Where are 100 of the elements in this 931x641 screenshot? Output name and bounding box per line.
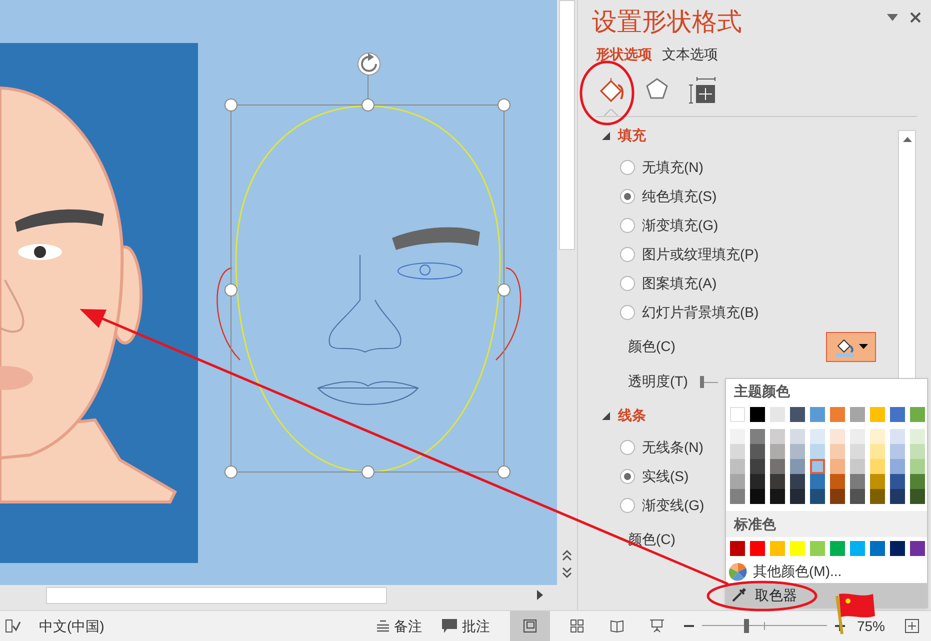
color-swatch[interactable] bbox=[870, 458, 885, 474]
color-swatch[interactable] bbox=[830, 428, 845, 444]
radio-label[interactable]: 渐变填充(G) bbox=[642, 214, 718, 236]
color-swatch[interactable] bbox=[850, 474, 865, 489]
paint-bucket-icon[interactable] bbox=[598, 76, 624, 102]
color-swatch[interactable] bbox=[790, 474, 805, 489]
color-swatch[interactable] bbox=[790, 444, 805, 459]
color-swatch[interactable] bbox=[870, 474, 885, 489]
radio-button[interactable] bbox=[620, 276, 635, 290]
color-swatch[interactable] bbox=[890, 474, 905, 489]
proofing-icon[interactable] bbox=[5, 619, 21, 633]
color-swatch[interactable] bbox=[770, 541, 785, 556]
radio-label[interactable]: 图片或纹理填充(P) bbox=[642, 244, 759, 264]
radio-button[interactable] bbox=[620, 188, 635, 204]
reading-view-icon[interactable] bbox=[610, 619, 624, 633]
color-swatch[interactable] bbox=[730, 488, 745, 504]
comments-button[interactable]: 批注 bbox=[440, 616, 492, 636]
color-swatch[interactable] bbox=[730, 444, 745, 459]
color-swatch[interactable] bbox=[870, 428, 885, 444]
color-swatch[interactable] bbox=[890, 458, 905, 474]
radio-label[interactable]: 纯色填充(S) bbox=[642, 186, 717, 206]
radio-label[interactable]: 渐变线(G) bbox=[642, 494, 704, 516]
next-slide-icon[interactable] bbox=[562, 567, 572, 579]
color-swatch[interactable] bbox=[910, 458, 925, 474]
color-swatch[interactable] bbox=[890, 444, 905, 459]
rotate-handle-icon[interactable] bbox=[358, 52, 380, 76]
color-swatch[interactable] bbox=[850, 541, 865, 556]
color-swatch[interactable] bbox=[890, 488, 905, 504]
radio-label[interactable]: 幻灯片背景填充(B) bbox=[642, 302, 759, 322]
color-swatch[interactable] bbox=[870, 444, 885, 459]
color-swatch[interactable] bbox=[750, 458, 765, 474]
pane-tab[interactable]: 形状选项 bbox=[596, 44, 652, 64]
color-swatch[interactable] bbox=[890, 541, 905, 556]
color-swatch[interactable] bbox=[910, 428, 925, 444]
color-swatch[interactable] bbox=[910, 444, 925, 459]
pentagon-icon[interactable] bbox=[645, 76, 669, 100]
zoom-percentage[interactable]: 75% bbox=[856, 616, 885, 636]
color-swatch[interactable] bbox=[830, 406, 845, 422]
slideshow-icon[interactable] bbox=[650, 619, 664, 633]
color-swatch[interactable] bbox=[770, 488, 785, 504]
color-swatch[interactable] bbox=[790, 406, 805, 422]
color-swatch[interactable] bbox=[790, 541, 805, 556]
color-swatch[interactable] bbox=[770, 428, 785, 444]
radio-button[interactable] bbox=[620, 218, 635, 232]
color-swatch[interactable] bbox=[750, 406, 765, 422]
pane-tab[interactable]: 文本选项 bbox=[662, 44, 718, 64]
color-swatch[interactable] bbox=[850, 444, 865, 459]
dropdown-icon[interactable] bbox=[887, 14, 898, 21]
color-swatch[interactable] bbox=[910, 541, 925, 556]
color-swatch[interactable] bbox=[910, 488, 925, 504]
color-swatch[interactable] bbox=[870, 406, 885, 422]
more-colors-item[interactable]: 其他颜色(M)... bbox=[726, 560, 927, 584]
normal-view-button[interactable] bbox=[510, 611, 550, 641]
color-swatch[interactable] bbox=[730, 458, 745, 474]
color-swatch[interactable] bbox=[850, 406, 865, 422]
color-swatch[interactable] bbox=[850, 428, 865, 444]
radio-button[interactable] bbox=[620, 160, 635, 174]
color-swatch[interactable] bbox=[810, 428, 825, 444]
color-swatch[interactable] bbox=[790, 428, 805, 444]
color-swatch[interactable] bbox=[850, 488, 865, 504]
fill-color-button[interactable] bbox=[826, 332, 876, 362]
color-swatch[interactable] bbox=[890, 406, 905, 422]
color-swatch[interactable] bbox=[830, 444, 845, 459]
color-swatch[interactable] bbox=[770, 474, 785, 489]
color-swatch[interactable] bbox=[750, 444, 765, 459]
color-swatch[interactable] bbox=[890, 428, 905, 444]
color-swatch[interactable] bbox=[770, 406, 785, 422]
transparency-slider[interactable] bbox=[700, 376, 718, 388]
color-swatch[interactable] bbox=[790, 488, 805, 504]
color-swatch[interactable] bbox=[750, 428, 765, 444]
size-position-icon[interactable] bbox=[689, 76, 717, 104]
color-swatch[interactable] bbox=[770, 458, 785, 474]
scroll-up-icon[interactable] bbox=[902, 137, 912, 142]
color-swatch[interactable] bbox=[910, 474, 925, 489]
color-swatch[interactable] bbox=[750, 474, 765, 489]
radio-label[interactable]: 实线(S) bbox=[642, 466, 689, 486]
collapse-icon[interactable] bbox=[602, 132, 610, 140]
color-swatch[interactable] bbox=[810, 541, 825, 556]
fit-to-window-icon[interactable] bbox=[905, 619, 919, 633]
color-swatch[interactable] bbox=[870, 488, 885, 504]
color-swatch[interactable] bbox=[810, 444, 825, 459]
radio-button[interactable] bbox=[620, 468, 635, 484]
color-swatch[interactable] bbox=[750, 488, 765, 504]
collapse-icon[interactable] bbox=[602, 412, 610, 420]
radio-button[interactable] bbox=[620, 498, 635, 512]
color-swatch[interactable] bbox=[830, 541, 845, 556]
color-swatch[interactable] bbox=[850, 458, 865, 474]
slide-sorter-icon[interactable] bbox=[570, 619, 584, 633]
color-swatch[interactable] bbox=[730, 474, 745, 489]
color-swatch[interactable] bbox=[790, 458, 805, 474]
color-swatch[interactable] bbox=[910, 406, 925, 422]
color-swatch[interactable] bbox=[830, 488, 845, 504]
radio-label[interactable]: 无填充(N) bbox=[642, 156, 704, 178]
zoom-slider[interactable] bbox=[702, 618, 827, 634]
color-swatch[interactable] bbox=[750, 541, 765, 556]
radio-button[interactable] bbox=[620, 304, 635, 320]
notes-button[interactable]: 备注 bbox=[374, 616, 424, 636]
color-swatch[interactable] bbox=[830, 474, 845, 489]
language-status[interactable]: 中文(中国) bbox=[39, 616, 104, 636]
radio-label[interactable]: 图案填充(A) bbox=[642, 272, 717, 294]
